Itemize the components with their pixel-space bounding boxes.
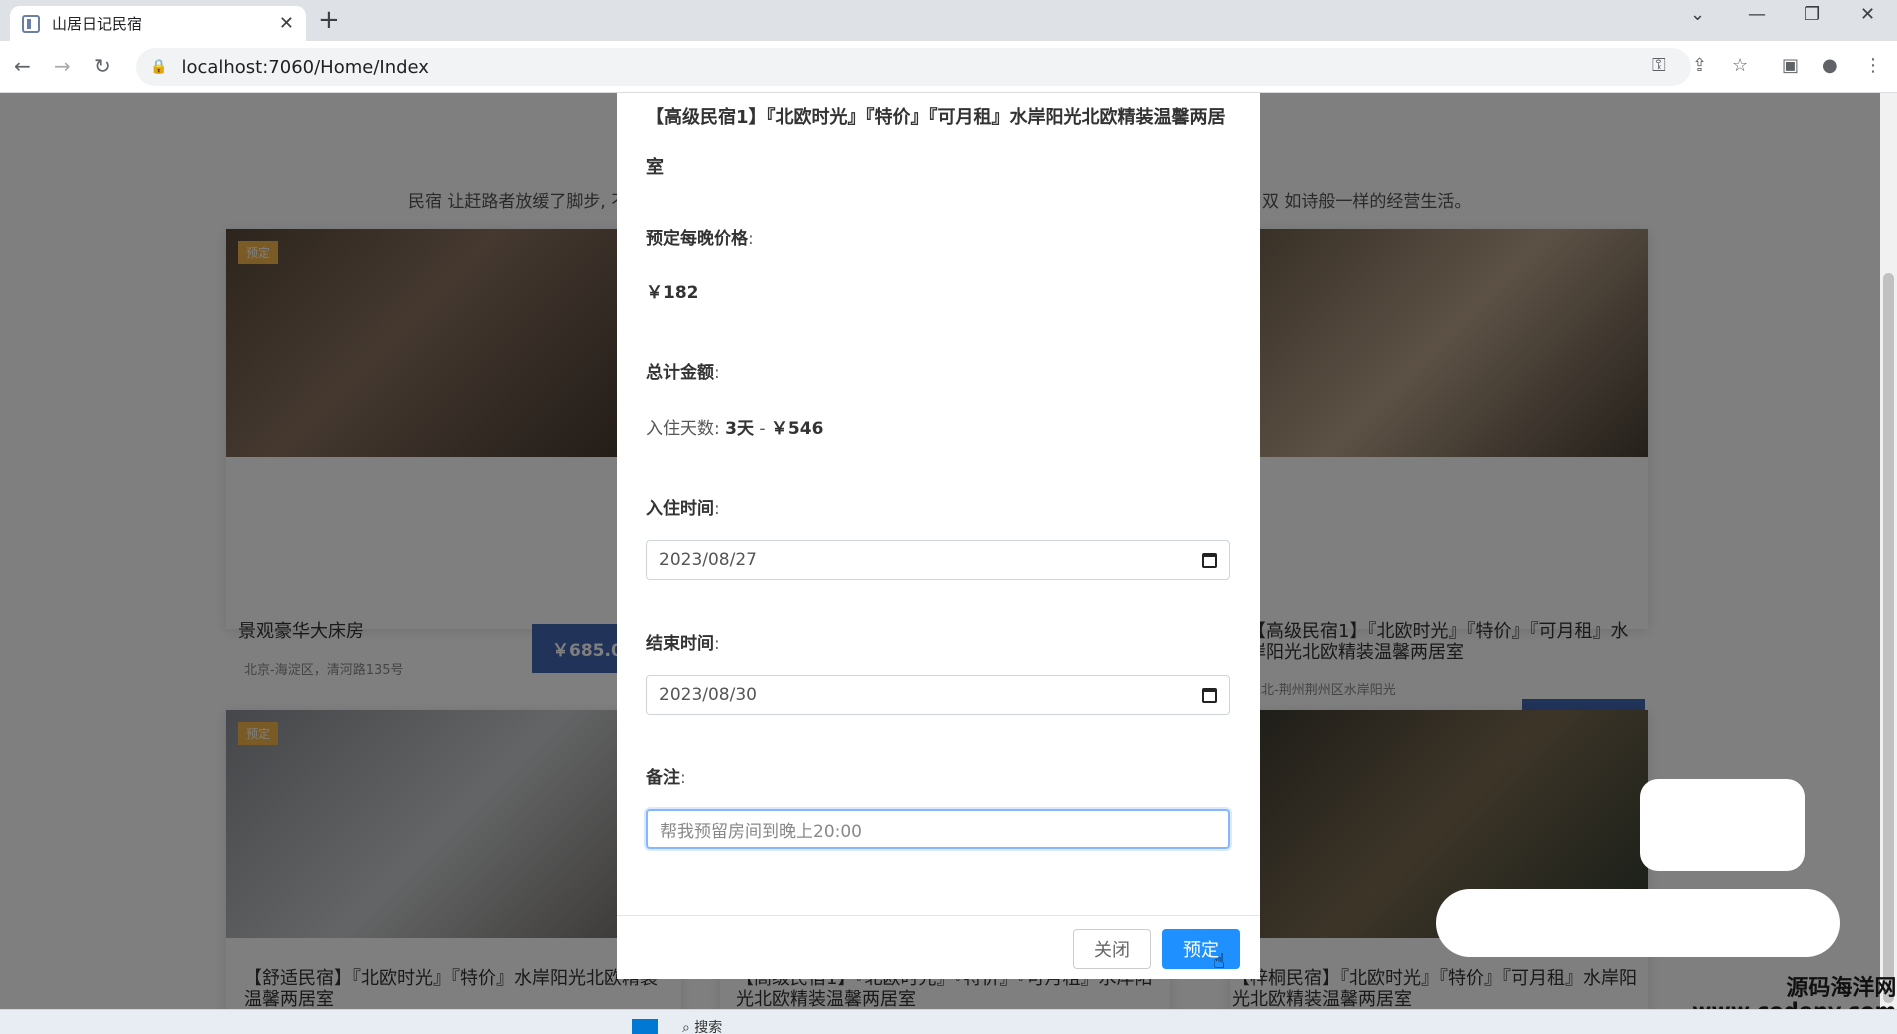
url-text: localhost:7060/Home/Index (181, 56, 429, 78)
reload-icon[interactable]: ↻ (94, 54, 111, 78)
restore-icon[interactable]: ❐ (1804, 4, 1820, 25)
tab-search-icon[interactable]: ⌄ (1690, 4, 1705, 25)
profile-avatar-icon[interactable]: ● (1822, 55, 1838, 76)
price-label: 预定每晚价格: (646, 229, 754, 249)
calendar-icon[interactable] (1202, 552, 1217, 568)
price-value: ￥182 (646, 283, 699, 303)
browser-tab[interactable]: 山居日记民宿 ✕ (10, 6, 306, 41)
window-close-icon[interactable]: ✕ (1860, 4, 1875, 25)
back-icon[interactable]: ← (14, 54, 31, 78)
checkin-label: 入住时间: (646, 499, 720, 519)
booking-modal: 【高级民宿1】『北欧时光』『特价』『可月租』水岸阳光北欧精装温馨两居室 预定每晚… (617, 93, 1260, 979)
close-button[interactable]: 关闭 (1073, 929, 1151, 969)
checkin-date-input[interactable]: 2023/08/27 (646, 540, 1230, 580)
browser-tab-strip: 山居日记民宿 ✕ + ⌄ — ❐ ✕ (0, 0, 1897, 41)
total-label: 总计金额: (646, 363, 720, 383)
taskbar-search[interactable]: ⌕ 搜索 (682, 1017, 722, 1034)
checkout-label: 结束时间: (646, 634, 720, 654)
book-button[interactable]: 预定 (1162, 929, 1240, 969)
share-icon[interactable]: ⇪ (1692, 55, 1707, 76)
calendar-icon[interactable] (1202, 687, 1217, 703)
windows-start-icon[interactable] (632, 1019, 658, 1034)
lock-icon: 🔒 (150, 59, 168, 75)
remark-label: 备注: (646, 768, 686, 788)
forward-icon[interactable]: → (54, 54, 71, 78)
hand-cursor-icon: ☝ (1213, 949, 1226, 973)
floating-toolbar[interactable] (1436, 889, 1840, 957)
bookmark-star-icon[interactable]: ☆ (1732, 55, 1748, 76)
floating-widget[interactable] (1640, 779, 1805, 871)
checkout-date-input[interactable]: 2023/08/30 (646, 675, 1230, 715)
tab-close-icon[interactable]: ✕ (279, 13, 294, 34)
new-tab-button[interactable]: + (318, 6, 340, 34)
site-favicon-icon (22, 14, 40, 33)
key-icon[interactable]: ⚿ (1652, 55, 1666, 76)
minimize-icon[interactable]: — (1748, 4, 1766, 25)
tab-title: 山居日记民宿 (52, 15, 143, 33)
menu-kebab-icon[interactable]: ⋮ (1864, 55, 1882, 76)
remark-input[interactable]: 帮我预留房间到晚上20:00 (646, 809, 1230, 849)
scrollbar-thumb[interactable] (1883, 273, 1894, 1003)
address-bar[interactable]: 🔒 localhost:7060/Home/Index (136, 48, 1691, 86)
modal-footer: 关闭 预定 (617, 915, 1260, 979)
total-summary: 入住天数: 3天 - ￥546 (646, 419, 824, 439)
side-panel-icon[interactable]: ▣ (1782, 55, 1799, 76)
os-taskbar: ⌕ 搜索 (0, 1009, 1897, 1034)
page-scrollbar[interactable] (1880, 93, 1897, 1009)
address-toolbar: ← → ↻ 🔒 localhost:7060/Home/Index ⚿ ⇪ ☆ … (0, 41, 1897, 93)
modal-room-title: 【高级民宿1】『北欧时光』『特价』『可月租』水岸阳光北欧精装温馨两居室 (646, 107, 1226, 178)
